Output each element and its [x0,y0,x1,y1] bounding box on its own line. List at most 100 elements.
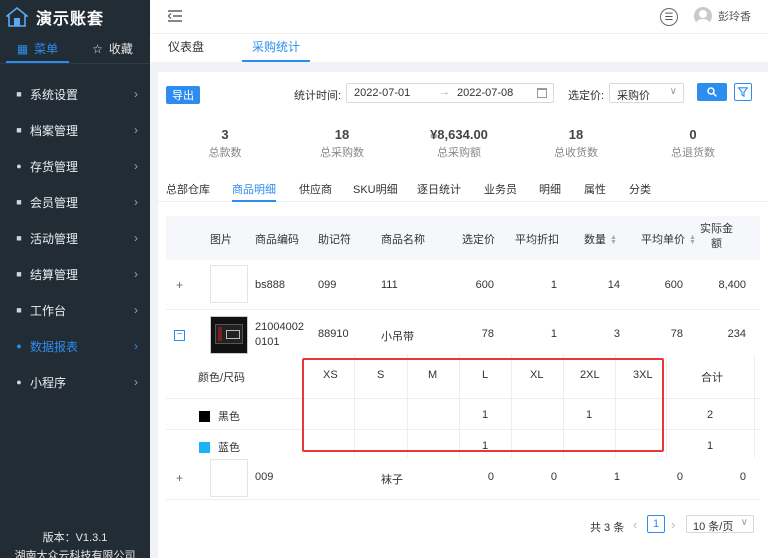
workbench-icon: ■ [16,305,22,315]
settings-icon: ■ [16,89,22,99]
sidebar-item-miniprogram[interactable]: ● 小程序 › [0,364,150,400]
tab-dashboard[interactable]: 仪表盘 [166,34,206,62]
table-row: + bs888 099 111 600 1 14 600 8,400 [166,260,760,310]
size-color-matrix: 颜色/尺码 XS S M L XL 2XL 3XL 合计 黑色 1 1 2 蓝色… [166,354,760,458]
cell-name: 小吊带 [381,331,414,343]
sidebar-item-system-settings[interactable]: ■ 系统设置 › [0,76,150,112]
tab-hq-warehouse[interactable]: 总部仓库 [166,181,210,197]
sidebar-tab-favorites-label: 收藏 [108,42,133,56]
date-range-picker[interactable]: 2022-07-01 → 2022-07-08 [346,83,554,103]
price-select[interactable]: 采购价 ∨ [609,83,684,103]
stat-label: 总采购数 [320,147,364,159]
page-size-select[interactable]: 10 条/页 ∨ [686,515,754,533]
cell-mnemonic: 88910 [318,328,349,340]
column-discount: 平均折扣 [515,234,559,246]
size-header: XS [323,369,338,381]
date-end: 2022-07-08 [457,87,514,99]
cell-price: 78 [481,328,494,340]
chevron-right-icon: › [134,375,138,389]
sidebar-footer: 版本：V1.3.1 湖南大众云科技有限公司 [0,530,150,558]
sidebar-item-activities[interactable]: ■ 活动管理 › [0,220,150,256]
column-amount-line1: 实际金 [700,223,733,235]
chevron-right-icon: › [134,303,138,317]
calendar-icon [537,88,547,98]
sidebar-item-workbench[interactable]: ■ 工作台 › [0,292,150,328]
sidebar-menu: ■ 系统设置 › ■ 档案管理 › ● 存货管理 › ■ 会员管理 › ■ 活动… [0,76,150,400]
page-number[interactable]: 1 [647,515,665,533]
expand-icon[interactable]: + [174,279,185,291]
more-menu-icon[interactable]: ☰ [660,8,678,26]
column-qty[interactable]: 数量 ▲ ▼ [584,231,617,247]
search-button[interactable] [697,83,727,101]
sidebar: 演示账套 ▦ 菜单 ☆ 收藏 ■ 系统设置 › ■ 档案管理 › ● 存货管理 … [0,0,150,558]
tab-salesperson[interactable]: 业务员 [484,181,517,197]
expand-icon[interactable]: + [174,472,185,484]
member-icon: ■ [16,197,22,207]
tab-attributes[interactable]: 属性 [584,181,606,197]
price-label: 选定价: [568,90,605,102]
cell-price: 0 [487,471,494,483]
sidebar-tab-menu-label: 菜单 [34,42,59,56]
column-qty-label: 数量 [584,234,606,246]
stat-total-purchase-amount: ¥8,634.00 总采购额 [404,124,514,160]
cell-name: 袜子 [381,474,403,486]
top-bar: ☰ 彭玲香 [150,0,768,34]
size-corner-label: 颜色/尺码 [198,372,246,384]
pagination: 共 3 条 ‹ 1 › 10 条/页 ∨ [158,512,768,538]
chevron-right-icon: › [134,123,138,137]
arrow-right-icon: → [439,86,450,98]
filter-button[interactable] [734,83,752,101]
toolbar: 导出 统计时间: 2022-07-01 → 2022-07-08 选定价: 采购… [158,72,768,116]
sidebar-item-members[interactable]: ■ 会员管理 › [0,184,150,220]
activity-icon: ■ [16,233,22,243]
report-icon: ● [16,341,22,351]
search-icon [707,87,717,97]
sidebar-tab-menu[interactable]: ▦ 菜单 [0,34,75,63]
cell-discount: 1 [550,279,557,291]
cell-unit-price: 0 [676,471,683,483]
sidebar-item-inventory[interactable]: ● 存货管理 › [0,148,150,184]
price-select-value: 采购价 [617,90,650,102]
miniprogram-icon: ● [16,377,22,387]
size-header: M [428,369,438,381]
star-icon: ☆ [92,41,103,56]
cell-amount: 8,400 [718,279,746,291]
cell-code-line2: 0101 [255,336,280,348]
tab-supplier[interactable]: 供应商 [299,181,332,197]
stat-total-received: 18 总收货数 [521,124,631,160]
company-text: 湖南大众云科技有限公司 [14,550,136,558]
row-total: 2 [707,409,714,421]
tab-category[interactable]: 分类 [629,181,651,197]
column-unit-price-label: 平均单价 [641,234,685,246]
tab-product-detail[interactable]: 商品明细 [232,181,276,202]
user-name: 彭玲香 [718,11,751,23]
tab-purchase-stats[interactable]: 采购统计 [242,34,310,62]
sidebar-item-settlement[interactable]: ■ 结算管理 › [0,256,150,292]
tab-sku-detail[interactable]: SKU明细 [353,181,398,197]
menu-collapse-icon[interactable] [168,10,182,22]
sidebar-item-reports[interactable]: ● 数据报表 › [0,328,150,364]
tab-daily-stats[interactable]: 逐日统计 [417,181,461,197]
settlement-icon: ■ [16,269,22,279]
collapse-icon[interactable]: − [174,330,185,341]
cell-name: 111 [381,279,398,291]
column-unit-price[interactable]: 平均单价 ▲ ▼ [641,231,696,247]
sidebar-item-archives[interactable]: ■ 档案管理 › [0,112,150,148]
user-menu[interactable]: 彭玲香 [694,7,751,25]
cell-code: bs888 [255,279,285,291]
color-row-label: 蓝色 [199,439,240,455]
chevron-left-icon[interactable]: ‹ [633,517,637,532]
divider [459,354,460,458]
color-swatch [199,441,210,453]
column-price: 选定价 [462,234,495,246]
chevron-right-icon[interactable]: › [671,517,675,532]
column-name: 商品名称 [381,234,425,246]
sidebar-tab-favorites[interactable]: ☆ 收藏 [75,34,150,63]
version-text: 版本：V1.3.1 [42,532,108,544]
chevron-right-icon: › [134,231,138,245]
column-amount: 实际金 额 [700,222,733,252]
size-header: S [377,369,385,381]
inventory-icon: ● [16,161,22,171]
tab-detail[interactable]: 明细 [539,181,561,197]
export-button[interactable]: 导出 [166,86,200,104]
